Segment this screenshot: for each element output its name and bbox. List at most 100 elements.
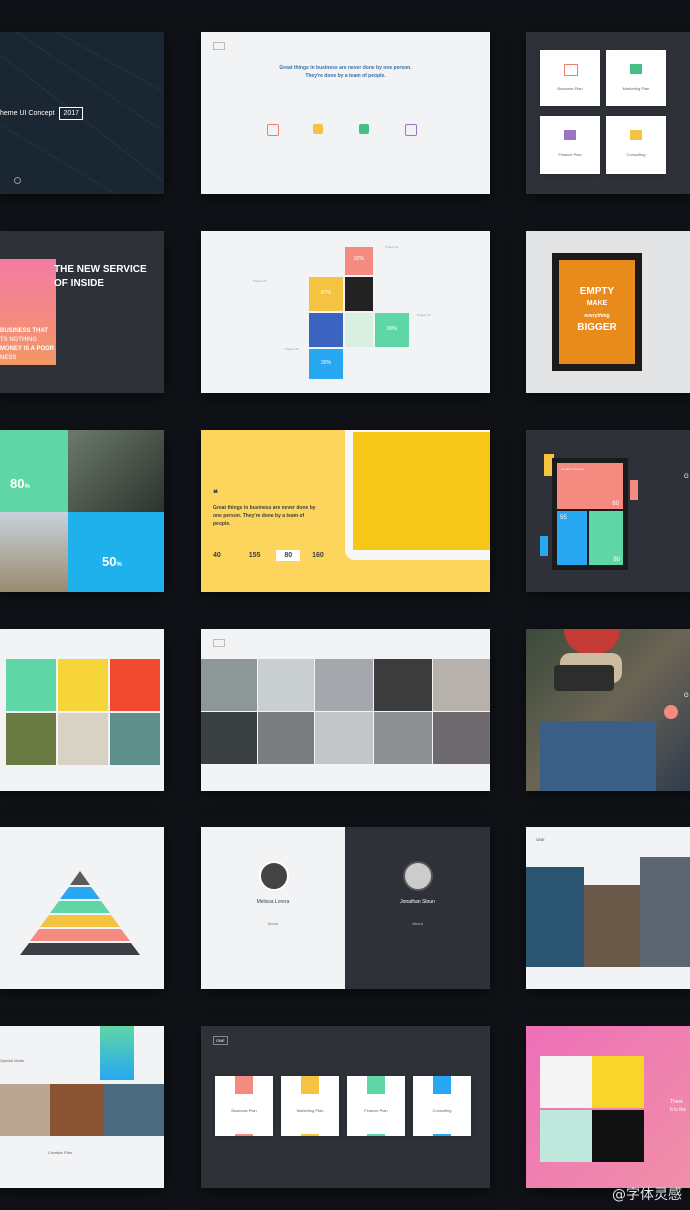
dark-half	[345, 827, 490, 989]
briefcase-icon	[267, 124, 279, 136]
slide-camera-photo[interactable]: G	[526, 629, 690, 791]
slide-photo-grid[interactable]	[201, 629, 490, 791]
card-label: Finance Plan	[558, 152, 582, 157]
card-accent	[367, 1134, 385, 1136]
accent-dot	[664, 705, 678, 719]
card-marketing[interactable]: Marketing Plan	[281, 1076, 339, 1136]
card-label: Finance Plan	[364, 1108, 388, 1113]
photo-2	[258, 659, 314, 711]
frame: Creative Process 60 55 80	[552, 458, 628, 570]
quote-icon: ❝	[213, 488, 218, 498]
special-mode-label: Special Mode	[0, 1058, 25, 1063]
card-marketing[interactable]: Marketing Plan	[606, 50, 666, 106]
pyramid-chart	[20, 871, 140, 955]
slide-yellow-quote[interactable]: ❝ Great things in business are never don…	[201, 430, 490, 592]
illustration-6	[110, 713, 160, 765]
slide-new-service[interactable]: BUSINESS THAT TS NOTHING MONEY IS A POOR…	[0, 231, 164, 393]
illustration-tile	[345, 313, 373, 347]
slide-theme-title[interactable]: heme UI Concept 2017	[0, 32, 164, 194]
photo-4	[374, 659, 432, 711]
tile-project-04: 87%	[309, 277, 343, 311]
slide-team-profiles[interactable]: Melissa Lorera Jonathan Sloun About Abou…	[201, 827, 490, 989]
card-business[interactable]: Business Plan	[540, 50, 600, 106]
bank-icon	[564, 130, 576, 140]
photo-9	[374, 712, 432, 764]
slide-illustrations[interactable]	[0, 629, 164, 791]
card-consulting[interactable]: Consulting	[413, 1076, 471, 1136]
side-text: G	[684, 693, 689, 699]
slide-plan-cards[interactable]: Business Plan Marketing Plan Finance Pla…	[526, 32, 690, 194]
card-accent	[301, 1134, 319, 1136]
tile-project-03: 90%	[375, 313, 409, 347]
slide-poster[interactable]: EMPTY MAKE everything BIGGER	[526, 231, 690, 393]
card-accent	[433, 1134, 451, 1136]
photo-lying	[104, 1084, 164, 1136]
illustration-5	[58, 713, 108, 765]
slide-pyramid[interactable]	[0, 827, 164, 989]
card-finance[interactable]: Finance Plan	[540, 116, 600, 174]
illustration-1	[6, 659, 56, 711]
child-photo	[526, 867, 584, 967]
hat	[564, 629, 620, 655]
block-60: Creative Process 60	[557, 463, 623, 509]
card-consulting[interactable]: Consulting	[606, 116, 666, 174]
mug-tile	[309, 313, 343, 347]
creative-plan-label: Creative Plan	[48, 1150, 73, 1155]
quote-text: Great things in business are never done …	[213, 505, 316, 527]
card-accent	[235, 1134, 253, 1136]
slide-team-quote[interactable]: Great things in business are never done …	[201, 32, 490, 194]
logo-box	[213, 42, 225, 50]
name-melissa: Melissa Lorera	[256, 899, 290, 905]
logo-box	[213, 639, 225, 647]
project-label: Project 03	[417, 313, 431, 317]
building-photo	[640, 857, 690, 967]
tablet-device	[345, 430, 490, 560]
briefcase-icon	[564, 64, 578, 76]
photo-8	[315, 712, 373, 764]
slide-creative-plan[interactable]: Special Mode Creative Plan	[0, 1026, 164, 1188]
slide-projects[interactable]: 92% 87% 90% 30% Project 02 Project 04 Pr…	[201, 231, 490, 393]
card-label: Marketing Plan	[622, 86, 650, 91]
illustration-2	[58, 659, 108, 711]
child-tile	[592, 1056, 644, 1108]
city-photo	[68, 430, 164, 512]
side-text: There It is the	[670, 1099, 687, 1113]
name-jonathan: Jonathan Sloun	[400, 899, 435, 905]
case-icon	[630, 64, 642, 74]
card-business[interactable]: Business Plan	[215, 1076, 273, 1136]
about-jonathan: About	[412, 921, 423, 926]
slide-dark-plan-cards[interactable]: ONE Business Plan Marketing Plan Finance…	[201, 1026, 490, 1188]
slide-child-photo[interactable]: ONE	[526, 827, 690, 989]
about-melissa: About	[267, 921, 279, 926]
project-label: Project 04	[253, 279, 267, 283]
case-icon	[433, 1076, 451, 1094]
slide-stats-photos[interactable]: 80% 50%	[0, 430, 164, 592]
avatar-jonathan	[403, 861, 433, 891]
logo: ONE	[536, 837, 545, 842]
stat-50-value: 50%	[102, 554, 122, 569]
illustration-4	[6, 713, 56, 765]
stat-80: 80%	[0, 430, 68, 512]
block-80: 80	[589, 511, 623, 565]
accent-bar-pink	[630, 480, 638, 500]
tile-project-02: 92%	[345, 247, 373, 275]
headline: Great things in business are never done …	[279, 65, 412, 79]
card-label: Consulting	[432, 1108, 452, 1113]
portrait-tile	[592, 1110, 644, 1162]
stat-80-value: 80%	[10, 476, 30, 491]
briefcase-icon	[235, 1076, 253, 1094]
card-label: Business Plan	[557, 86, 583, 91]
gradient-panel: BUSINESS THAT TS NOTHING MONEY IS A POOR…	[0, 259, 56, 365]
slide-creative-process[interactable]: Creative Process 60 55 80 G 65	[526, 430, 690, 592]
photo-bike	[0, 1084, 50, 1136]
card-finance[interactable]: Finance Plan	[347, 1076, 405, 1136]
card-label: Business Plan	[231, 1108, 257, 1113]
poster: EMPTY MAKE everything BIGGER	[559, 260, 635, 364]
card-label: Marketing Plan	[296, 1108, 324, 1113]
portrait-tile	[345, 277, 373, 311]
slide-pink-collage[interactable]: There It is the	[526, 1026, 690, 1188]
tile-project-05: 30%	[309, 349, 343, 379]
folder-icon	[630, 130, 642, 140]
photo-sign	[50, 1084, 104, 1136]
character-tile	[540, 1110, 592, 1162]
